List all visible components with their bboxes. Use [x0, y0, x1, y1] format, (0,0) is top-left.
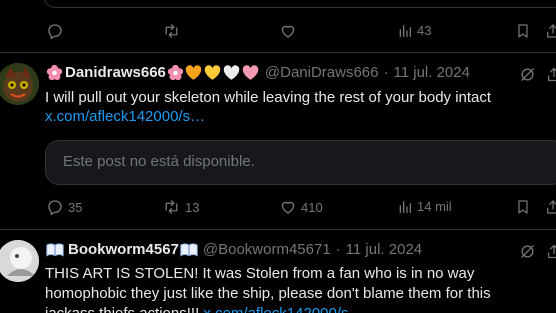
post-text-continued: jackass thiefs actions!!! x.com/afleck14…: [45, 304, 550, 313]
repost-icon: [165, 24, 178, 38]
grok-icon: [521, 68, 534, 81]
post-divider: [0, 52, 556, 53]
share-button[interactable]: [545, 198, 556, 216]
unavailable-quote-card[interactable]: Este post no está disponible.: [45, 140, 556, 185]
bookmark-icon: [518, 24, 528, 38]
quoted-post-card[interactable]: [44, 0, 556, 8]
grok-button[interactable]: [519, 66, 536, 83]
post-header: Danidraws666 @DaniDraws666 · 11 jul. 202…: [46, 64, 470, 81]
avatar[interactable]: [0, 63, 39, 105]
handle[interactable]: @Bookworm45671: [203, 241, 331, 258]
share-icon: [548, 244, 556, 259]
repost-icon: [165, 200, 178, 214]
bookmark-icon: [518, 200, 528, 214]
repost-count: 13: [185, 199, 200, 215]
share-icon: [547, 24, 556, 38]
like-count: 410: [301, 199, 323, 215]
reply-button[interactable]: 35: [46, 198, 82, 216]
views-icon: [399, 201, 411, 214]
post-date[interactable]: 11 jul. 2024: [394, 64, 470, 81]
unavailable-message: Este post no está disponible.: [63, 153, 255, 170]
views-button[interactable]: 43: [397, 22, 431, 39]
bookmark-button[interactable]: [515, 22, 531, 40]
display-name[interactable]: Danidraws666: [65, 64, 166, 81]
pink-heart-icon: [242, 64, 259, 81]
meta-dot: ·: [335, 241, 341, 258]
post-date[interactable]: 11 jul. 2024: [346, 241, 422, 258]
more-options-button[interactable]: [546, 66, 556, 83]
more-options-button[interactable]: [546, 243, 556, 260]
grok-button[interactable]: [519, 243, 536, 260]
meta-dot: ·: [383, 64, 389, 81]
like-button[interactable]: [279, 22, 297, 40]
views-button[interactable]: 14 mil: [397, 198, 452, 215]
avatar-image: [0, 240, 39, 282]
reply-icon: [48, 24, 62, 40]
heart-icon: [281, 25, 295, 38]
reply-count: 35: [68, 199, 83, 215]
white-heart-icon: [223, 64, 240, 81]
share-icon: [547, 200, 556, 214]
repost-button[interactable]: 13: [162, 198, 199, 216]
avatar-image: [0, 63, 39, 105]
post-text-partial: jackass thiefs actions!!!: [45, 305, 203, 313]
reply-button[interactable]: [46, 22, 64, 40]
bookmark-button[interactable]: [515, 198, 531, 216]
share-icon: [548, 67, 556, 82]
heart-icon: [281, 201, 295, 214]
post-link[interactable]: x.com/afleck142000/s…: [203, 305, 363, 313]
post-link[interactable]: x.com/afleck142000/s…: [45, 108, 205, 125]
post-divider: [0, 229, 556, 230]
handle[interactable]: @DaniDraws666: [265, 64, 379, 81]
post-header: Bookworm4567 @Bookworm45671 · 11 jul. 20…: [46, 241, 422, 258]
views-icon: [399, 25, 411, 38]
like-button[interactable]: 410: [279, 198, 323, 216]
grok-icon: [521, 245, 534, 258]
repost-button[interactable]: [162, 22, 181, 40]
book-icon: [46, 242, 64, 258]
avatar[interactable]: [0, 240, 39, 282]
book-icon: [180, 242, 198, 258]
share-button[interactable]: [545, 22, 556, 40]
yellow-heart-icon: [204, 64, 221, 81]
views-count: 14 mil: [417, 199, 452, 214]
post-text: I will pull out your skeleton while leav…: [45, 89, 492, 106]
flower-icon: [46, 64, 63, 81]
orange-heart-icon: [185, 64, 202, 81]
post-text: THIS ART IS STOLEN! It was Stolen from a…: [45, 265, 491, 302]
display-name[interactable]: Bookworm4567: [68, 241, 179, 258]
views-count: 43: [417, 23, 432, 38]
reply-icon: [48, 200, 62, 216]
flower-icon: [167, 64, 184, 81]
